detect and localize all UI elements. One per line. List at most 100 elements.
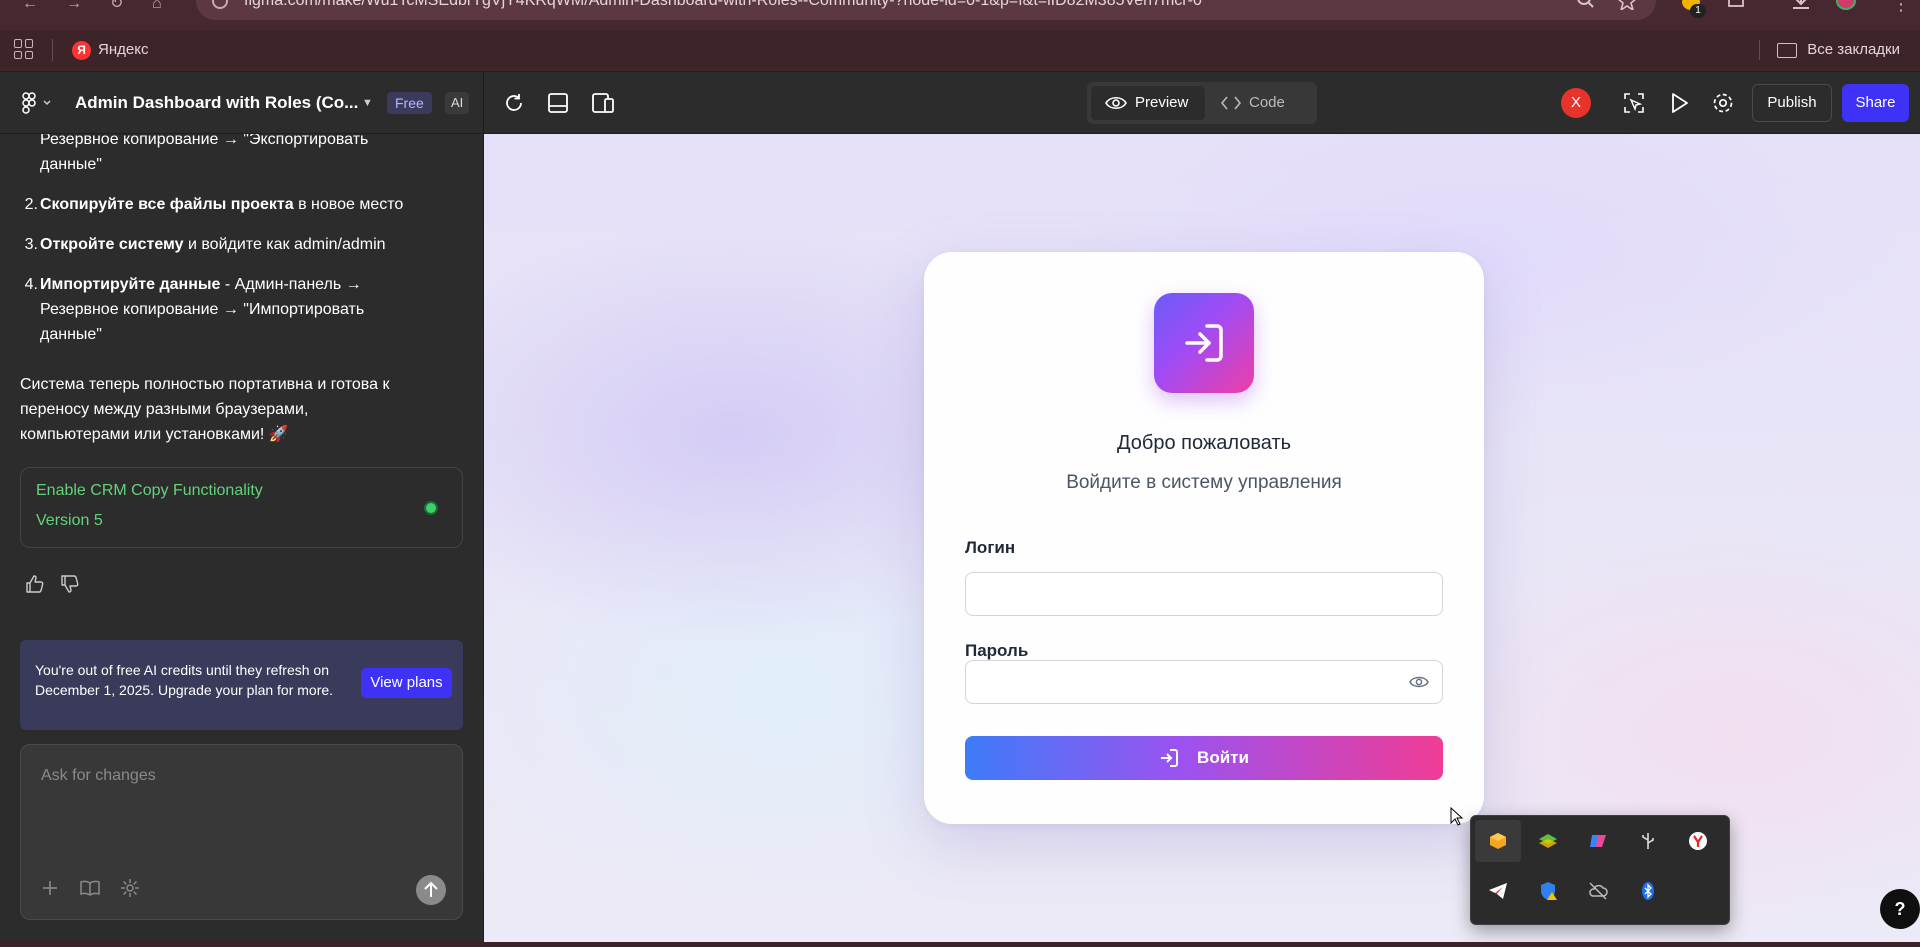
- login-card: Добро пожаловать Войдите в систему управ…: [924, 252, 1484, 824]
- view-toggle: Preview Code: [1087, 82, 1317, 124]
- tray-app-stack[interactable]: [1525, 820, 1571, 862]
- book-icon[interactable]: [79, 877, 101, 899]
- responsive-icon[interactable]: [591, 91, 615, 115]
- version-title: Enable CRM Copy Functionality: [36, 482, 263, 499]
- avatar[interactable]: X: [1561, 88, 1591, 118]
- extensions-icon[interactable]: [1726, 0, 1748, 10]
- list-item-1-tail: Резервное копирование → "Экспортировать …: [20, 134, 460, 177]
- list-item-text: - Админ-панель →: [220, 276, 362, 293]
- browser-top-bar: ← → ↻ ⌂ figma.com/make/Wu1TcMSEdbrTgVjY4…: [0, 0, 1920, 30]
- list-item-bold: Скопируйте все файлы проекта: [40, 196, 294, 213]
- tab-preview-label: Preview: [1135, 94, 1189, 111]
- list-item-text: данные": [40, 156, 102, 173]
- send-arrow-icon: [424, 881, 438, 897]
- plan-badge: Free: [387, 92, 432, 114]
- play-icon[interactable]: [1667, 91, 1691, 115]
- all-bookmarks[interactable]: Все закладки: [1759, 38, 1900, 62]
- chevron-down-icon[interactable]: ▼: [362, 92, 373, 114]
- credits-text: You're out of free AI credits until they…: [35, 662, 334, 698]
- yandex-logo-icon: Я: [72, 41, 91, 60]
- thumbs-down-icon[interactable]: [60, 574, 80, 594]
- profile-icon[interactable]: [1836, 0, 1856, 10]
- welcome-title: Добро пожаловать: [1116, 432, 1292, 454]
- share-button[interactable]: Share: [1842, 84, 1909, 122]
- list-item-3: 3. Откройте систему и войдите как admin/…: [20, 232, 460, 257]
- yandex-browser-icon: [1689, 832, 1707, 850]
- usb-icon: [1642, 833, 1654, 849]
- tray-app-orange[interactable]: [1475, 820, 1521, 862]
- eye-icon: [1105, 96, 1127, 110]
- list-item-text: данные": [40, 326, 102, 343]
- address-bar[interactable]: figma.com/make/Wu1TcMSEdbrTgVjY4KRqWM/Ad…: [196, 0, 1656, 20]
- tray-cloud-off[interactable]: [1575, 870, 1621, 912]
- tab-preview[interactable]: Preview: [1091, 86, 1205, 120]
- sparkle-icon[interactable]: [119, 877, 141, 899]
- credits-banner: You're out of free AI credits until they…: [20, 640, 463, 730]
- site-info-icon[interactable]: [212, 0, 228, 9]
- list-item-4: 4. Импортируйте данные - Админ-панель → …: [20, 272, 460, 347]
- password-input[interactable]: [965, 660, 1443, 704]
- login-label: Логин: [965, 538, 1016, 557]
- tray-defender[interactable]: [1525, 870, 1571, 912]
- publish-button[interactable]: Publish: [1752, 84, 1832, 122]
- ai-badge[interactable]: AI: [445, 92, 470, 114]
- plus-icon[interactable]: [39, 877, 61, 899]
- download-icon[interactable]: [1790, 0, 1812, 10]
- all-bookmarks-label: Все закладки: [1807, 41, 1900, 58]
- bottom-edge: [0, 942, 1920, 947]
- cube-app-icon: [1490, 833, 1506, 849]
- login-icon: [1161, 749, 1179, 767]
- login-submit-button[interactable]: Войти: [965, 736, 1443, 780]
- login-arrow-icon: [1185, 324, 1223, 362]
- summary-text: переносу между разными браузерами,: [20, 401, 309, 418]
- login-logo: [1154, 293, 1254, 393]
- bookmark-star-icon[interactable]: [1616, 0, 1638, 10]
- list-item-text: Резервное копирование → "Импортировать: [40, 301, 365, 318]
- ask-box: [20, 744, 463, 920]
- bookmark-yandex[interactable]: Я Яндекс: [72, 38, 148, 62]
- summary-text: компьютерами или установками! 🚀: [20, 426, 289, 443]
- password-eye-icon[interactable]: [1409, 674, 1429, 690]
- view-plans-button[interactable]: View plans: [361, 668, 452, 698]
- chat-panel: Резервное копирование → "Экспортировать …: [0, 134, 484, 942]
- tab-code[interactable]: Code: [1205, 86, 1313, 120]
- login-submit-label: Войти: [1197, 748, 1249, 767]
- browser-menu-icon[interactable]: ⋮: [1892, 0, 1910, 13]
- thumbs-up-icon[interactable]: [25, 574, 45, 594]
- back-icon[interactable]: ←: [22, 0, 38, 12]
- tray-yandex[interactable]: [1675, 820, 1721, 862]
- list-item-text: и войдите как admin/admin: [183, 236, 386, 253]
- tab-code-label: Code: [1249, 94, 1285, 111]
- help-button[interactable]: ?: [1880, 889, 1920, 929]
- tray-telegram[interactable]: [1475, 870, 1521, 912]
- copilot-icon: [1590, 835, 1606, 847]
- home-icon[interactable]: ⌂: [152, 0, 162, 12]
- tray-bluetooth[interactable]: [1625, 870, 1671, 912]
- apps-grid-icon[interactable]: [14, 39, 34, 59]
- code-icon: [1221, 96, 1241, 110]
- refresh-icon[interactable]: [502, 91, 526, 115]
- inspect-icon[interactable]: [1622, 91, 1646, 115]
- tray-usb[interactable]: [1625, 820, 1671, 862]
- send-button[interactable]: [416, 875, 446, 905]
- bookmarks-divider-right: [1759, 40, 1761, 60]
- tray-app-copilot[interactable]: [1575, 820, 1621, 862]
- bookmarks-bar: Я Яндекс Все закладки: [0, 30, 1920, 72]
- list-number: 3.: [24, 236, 38, 253]
- list-item-text: в новое место: [293, 196, 404, 213]
- list-item-bold: Импортируйте данные: [40, 276, 221, 293]
- forward-icon[interactable]: →: [66, 0, 82, 12]
- search-icon[interactable]: [1575, 0, 1597, 10]
- layout-icon[interactable]: [546, 91, 570, 115]
- version-card[interactable]: Enable CRM Copy Functionality Version 5: [20, 467, 463, 548]
- login-input[interactable]: [965, 572, 1443, 616]
- list-number: 4.: [24, 276, 38, 293]
- reload-icon[interactable]: ↻: [110, 0, 123, 12]
- settings-icon[interactable]: [1711, 91, 1735, 115]
- ask-input[interactable]: [41, 763, 441, 789]
- file-title[interactable]: Admin Dashboard with Roles (Co...: [75, 91, 358, 115]
- folder-icon: [1777, 43, 1798, 58]
- list-item-bold: Откройте систему: [40, 236, 184, 253]
- list-number: 2.: [24, 196, 38, 213]
- figma-menu-icon[interactable]: [22, 92, 56, 114]
